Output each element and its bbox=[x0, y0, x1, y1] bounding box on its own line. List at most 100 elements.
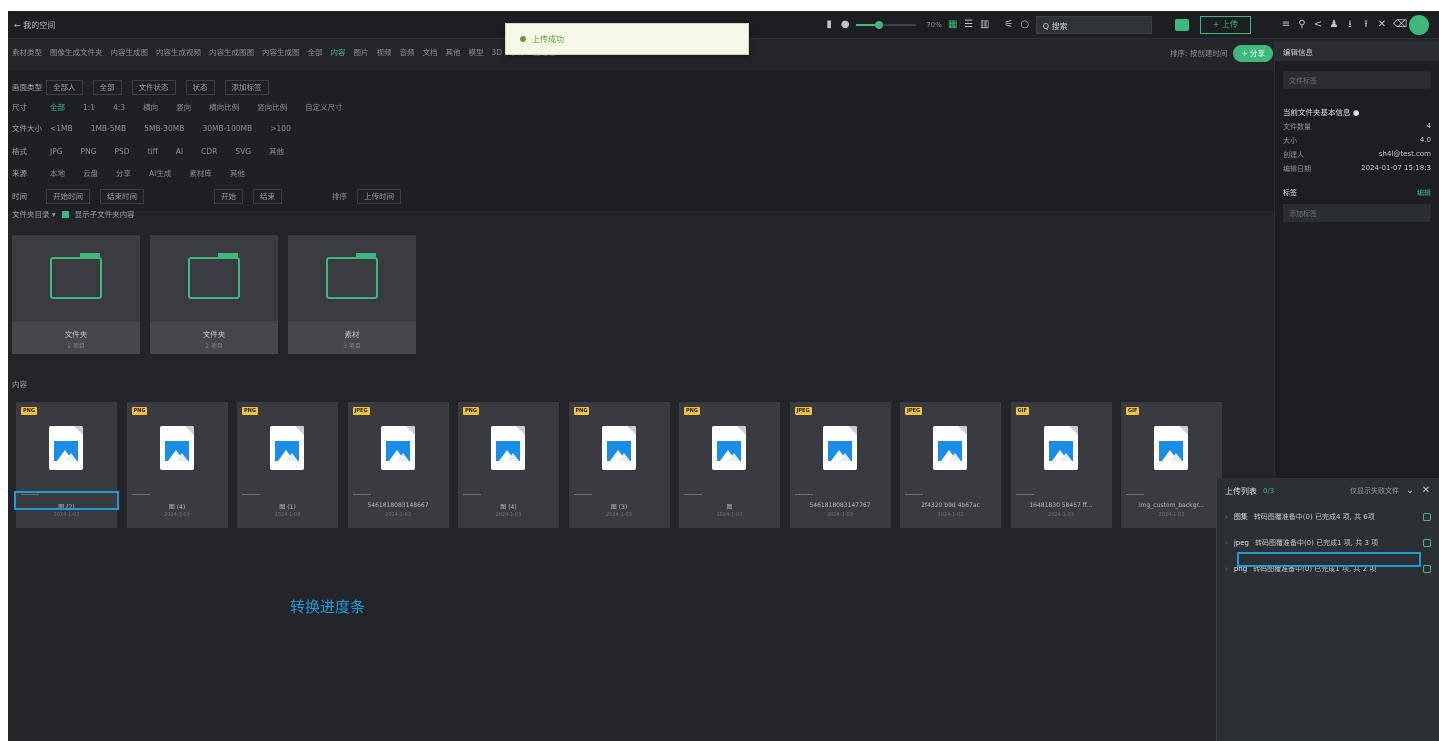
filter-option[interactable]: 云盘 bbox=[79, 167, 102, 180]
filter-option[interactable]: 30MB-100MB bbox=[198, 123, 256, 134]
column-view-icon[interactable]: ▥ bbox=[980, 20, 990, 30]
upload-row[interactable]: › 图集 转码图覆准备中(0) 已完成4 项, 共 6项 bbox=[1217, 504, 1439, 530]
filter-option[interactable]: PNG bbox=[77, 146, 101, 157]
filter-option[interactable]: JPG bbox=[46, 146, 67, 157]
zoom-out-icon[interactable]: ● bbox=[840, 20, 850, 30]
file-tile[interactable]: PNG 图 (4) 2024-1-03 bbox=[458, 402, 559, 528]
download-icon[interactable]: ⭳ bbox=[1345, 20, 1355, 30]
tab-item[interactable]: 音频 bbox=[400, 47, 415, 58]
upload-icon[interactable]: ⭱ bbox=[1361, 20, 1371, 30]
tab-item[interactable]: 3D bbox=[492, 48, 503, 57]
filter-select[interactable]: 状态 bbox=[185, 80, 215, 95]
folder-section-label[interactable]: 文件夹目录 ▾ bbox=[12, 209, 56, 220]
sort-label[interactable]: 排序: 按创建时间 bbox=[1170, 48, 1227, 59]
file-tile[interactable]: JPEG 5461818083147767 2024-1-03 bbox=[789, 402, 891, 528]
user-icon[interactable]: ♟ bbox=[1329, 20, 1339, 30]
upload-button[interactable]: + 上传 bbox=[1199, 16, 1251, 34]
start-time-field[interactable]: 开始时间 bbox=[46, 189, 90, 204]
filter-option[interactable]: >100 bbox=[266, 123, 295, 134]
tab-item[interactable]: 全部 bbox=[308, 47, 323, 58]
tab-item[interactable]: 图像生成文件夹 bbox=[50, 47, 103, 58]
file-tile[interactable]: JPEG 2f4320 b9d 4b67ac 2024-1-03 bbox=[900, 402, 1001, 528]
tab-item[interactable]: 模型 bbox=[469, 47, 484, 58]
tag-icon[interactable]: ⚲ bbox=[1297, 20, 1307, 30]
tab-item[interactable]: 文档 bbox=[423, 47, 438, 58]
filter-option[interactable]: AI生成 bbox=[145, 167, 175, 180]
expand-arrow-icon[interactable]: › bbox=[1225, 539, 1228, 547]
tag-input[interactable]: 添加标签 bbox=[1283, 204, 1431, 222]
zoom-slider[interactable] bbox=[856, 21, 917, 29]
filter-option[interactable]: 5MB-30MB bbox=[140, 123, 188, 134]
folder-card[interactable]: 文件夹 2 项目 bbox=[150, 235, 278, 354]
tab-item[interactable]: 内容生成视频 bbox=[156, 47, 201, 58]
tab-item[interactable]: 内容生成图 bbox=[262, 47, 300, 58]
sort-by-select[interactable]: 上传时间 bbox=[357, 189, 401, 204]
filter-option[interactable]: 横向比例 bbox=[205, 101, 243, 114]
delete-icon[interactable]: ⌫ bbox=[1393, 20, 1407, 30]
close-icon[interactable]: ✕ bbox=[1377, 20, 1387, 30]
filter-select[interactable]: 全部人 bbox=[46, 80, 83, 95]
grid-view-icon[interactable]: ▦ bbox=[948, 20, 958, 30]
filter-select[interactable]: 添加标签 bbox=[224, 80, 269, 95]
expand-arrow-icon[interactable]: › bbox=[1225, 565, 1228, 573]
file-tile[interactable]: PNG 图 2024-1-03 bbox=[679, 402, 780, 528]
file-tile[interactable]: PNG 图 (4) 2024-1-03 bbox=[126, 402, 228, 528]
filter-option[interactable]: 横向 bbox=[139, 101, 162, 114]
file-tile[interactable]: GIF 16481830 58457 ff... 2024-1-03 bbox=[1010, 402, 1112, 528]
end-field[interactable]: 结束 bbox=[253, 189, 282, 204]
tab-item[interactable]: 视频 bbox=[377, 47, 392, 58]
tab-item[interactable]: 内容生成图 bbox=[111, 47, 149, 58]
file-tile[interactable]: JPEG 5461818083148667 2024-1-03 bbox=[347, 402, 449, 528]
row-checkbox[interactable] bbox=[1423, 539, 1431, 547]
filter-option[interactable]: 素材库 bbox=[185, 167, 216, 180]
filter-option[interactable]: 竖向比例 bbox=[253, 101, 291, 114]
phone-icon[interactable]: ▮ bbox=[824, 20, 834, 30]
end-time-field[interactable]: 结束时间 bbox=[100, 189, 144, 204]
row-checkbox[interactable] bbox=[1423, 513, 1431, 521]
tab-item[interactable]: 内容 bbox=[331, 47, 346, 58]
filter-option[interactable]: 其他 bbox=[226, 167, 249, 180]
filter-select[interactable]: 文件状态 bbox=[131, 80, 176, 95]
avatar[interactable] bbox=[1409, 15, 1429, 35]
filter-select[interactable]: 全部 bbox=[92, 80, 122, 95]
show-subfolder-checkbox[interactable] bbox=[61, 211, 69, 218]
failed-only-toggle[interactable]: 仅显示失败文件 bbox=[1350, 486, 1399, 496]
filter-option[interactable]: 分享 bbox=[112, 167, 135, 180]
tab-item[interactable]: 其他 bbox=[446, 47, 461, 58]
filter-option[interactable]: 4:3 bbox=[109, 102, 129, 113]
filter-option[interactable]: 其他 bbox=[265, 145, 288, 158]
tab-item[interactable]: 内容生成图图 bbox=[209, 47, 254, 58]
filter-option[interactable]: 全部 bbox=[46, 101, 69, 114]
tag-edit-link[interactable]: 编辑 bbox=[1417, 188, 1431, 198]
folder-card[interactable]: 素材 3 项目 bbox=[288, 235, 416, 354]
tab-item[interactable]: 素材类型 bbox=[12, 47, 42, 58]
file-tile[interactable]: PNG 图 (3) 2024-1-03 bbox=[568, 402, 670, 528]
filter-option[interactable]: 本地 bbox=[46, 167, 69, 180]
filter-option[interactable]: SVG bbox=[231, 146, 255, 157]
filter-icon[interactable]: ⚟ bbox=[1004, 20, 1014, 30]
tab-item[interactable]: 图片 bbox=[354, 47, 369, 58]
image-search-icon[interactable] bbox=[1174, 19, 1189, 31]
filter-option[interactable]: 竖向 bbox=[172, 101, 195, 114]
file-tile[interactable]: GIF img_custom_backgr... 2024-1-03 bbox=[1121, 402, 1222, 528]
filter-option[interactable]: 1MB-5MB bbox=[87, 123, 130, 134]
share-button[interactable]: + 分享 bbox=[1233, 45, 1273, 62]
filter-option[interactable]: <1MB bbox=[46, 123, 77, 134]
filter-option[interactable]: 自定义尺寸 bbox=[301, 101, 347, 114]
filter-option[interactable]: CDR bbox=[197, 146, 221, 157]
start-field[interactable]: 开始 bbox=[214, 189, 243, 204]
collapse-icon[interactable]: ⌄ bbox=[1405, 486, 1415, 496]
sort-icon[interactable]: ≡ bbox=[1281, 20, 1291, 30]
filter-option[interactable]: 1:1 bbox=[79, 102, 99, 113]
search-input[interactable]: Q 搜索 bbox=[1035, 16, 1189, 34]
filter-option[interactable]: AI bbox=[172, 146, 187, 157]
back-link[interactable]: ← 我的空间 bbox=[14, 20, 55, 31]
folder-card[interactable]: 文件夹 1 项目 bbox=[12, 235, 140, 354]
tag-search-input[interactable]: 文件标签 bbox=[1283, 71, 1431, 89]
filter-option[interactable]: PSD bbox=[111, 146, 134, 157]
close-icon[interactable]: ✕ bbox=[1421, 486, 1431, 496]
refresh-icon[interactable]: ○ bbox=[1020, 20, 1030, 30]
share-icon[interactable]: < bbox=[1313, 20, 1323, 30]
row-checkbox[interactable] bbox=[1423, 565, 1431, 573]
file-tile[interactable]: PNG 图 (1) 2024-1-03 bbox=[237, 402, 338, 528]
